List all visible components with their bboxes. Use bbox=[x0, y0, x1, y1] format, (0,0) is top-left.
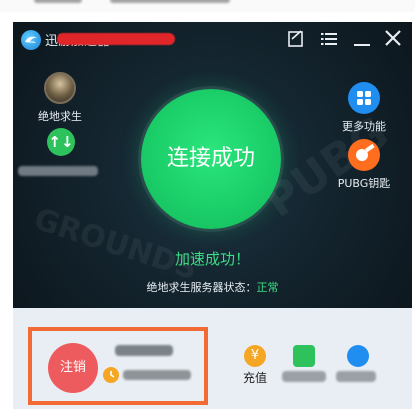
coupon-button[interactable] bbox=[286, 345, 322, 369]
acceleration-status: 加速成功！ bbox=[174, 250, 250, 268]
app-logo-icon bbox=[21, 30, 41, 50]
edit-icon bbox=[288, 30, 303, 47]
pubg-key-label: PUBG钥匙 bbox=[337, 177, 391, 190]
redacted-version bbox=[57, 33, 175, 45]
game-selector[interactable]: 绝地求生 bbox=[35, 72, 85, 124]
coin-icon: ¥ bbox=[244, 345, 266, 367]
redacted-server bbox=[18, 166, 98, 176]
recharge-label: 充值 bbox=[242, 371, 267, 385]
title-bar: 迅游加速器 bbox=[13, 22, 412, 56]
redacted-label bbox=[282, 371, 326, 382]
recharge-button[interactable]: ¥ 充值 bbox=[237, 345, 273, 386]
game-avatar-icon bbox=[44, 72, 76, 104]
close-button[interactable] bbox=[380, 27, 406, 51]
minimize-icon bbox=[354, 44, 370, 46]
close-icon bbox=[385, 30, 401, 46]
switch-arrows-icon: ↑↓ bbox=[47, 128, 75, 156]
redacted-label bbox=[336, 371, 376, 382]
server-status-label: 绝地求生服务器状态： bbox=[146, 281, 257, 294]
more-features-label: 更多功能 bbox=[342, 120, 386, 133]
menu-list-icon bbox=[321, 33, 337, 45]
clock-icon bbox=[103, 367, 119, 383]
menu-button[interactable] bbox=[316, 27, 342, 51]
key-icon bbox=[348, 139, 380, 171]
feedback-button[interactable] bbox=[283, 27, 309, 51]
app-window: PUBG GROUNDS 迅游加速器 bbox=[13, 22, 412, 308]
minimize-button[interactable] bbox=[349, 27, 375, 51]
pubg-key-button[interactable]: PUBG钥匙 bbox=[329, 139, 399, 191]
ticket-icon bbox=[293, 345, 315, 367]
server-status: 绝地求生服务器状态：正常 bbox=[13, 279, 412, 295]
connect-status-button[interactable]: 连接成功 bbox=[141, 89, 281, 229]
gift-icon bbox=[347, 345, 369, 367]
redacted-remaining-time bbox=[123, 370, 191, 380]
accelerator-mode-button[interactable]: ↑↓ bbox=[39, 128, 83, 156]
gift-button[interactable] bbox=[340, 345, 376, 369]
server-status-value: 正常 bbox=[256, 281, 279, 294]
redacted-username bbox=[115, 345, 173, 356]
more-features-button[interactable]: 更多功能 bbox=[334, 82, 394, 134]
game-label: 绝地求生 bbox=[38, 110, 82, 123]
apps-grid-icon bbox=[348, 82, 380, 114]
logout-button[interactable]: 注销 bbox=[48, 343, 98, 393]
